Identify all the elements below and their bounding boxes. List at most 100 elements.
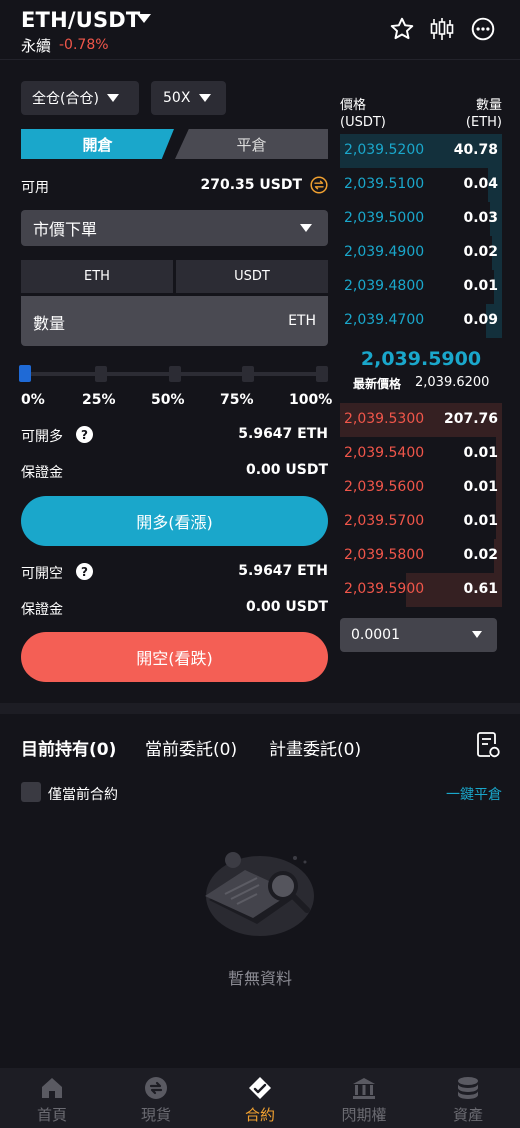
ask-qty: 207.76: [443, 411, 498, 427]
can-long-value: 5.9647 ETH: [238, 426, 328, 442]
bid-qty: 0.04: [463, 176, 498, 192]
bid-row[interactable]: 2,039.4900 0.02: [340, 236, 502, 270]
can-short-label: 可開空: [21, 566, 63, 582]
section-divider: [0, 703, 520, 714]
options-icon: [353, 1078, 375, 1099]
slider-mark-75[interactable]: [242, 366, 254, 382]
bid-qty: 0.03: [463, 210, 498, 226]
more-options-icon[interactable]: [470, 16, 496, 42]
bid-price: 2,039.5200: [344, 142, 425, 158]
chevron-down-icon: [300, 224, 312, 232]
price-precision-select[interactable]: 0.0001: [340, 618, 497, 652]
available-value: 270.35 USDT: [200, 177, 302, 193]
margin-mode-select[interactable]: 全仓(合仓): [21, 81, 139, 115]
bid-row[interactable]: 2,039.5000 0.03: [340, 202, 502, 236]
open-long-button[interactable]: 開多(看漲): [21, 496, 328, 546]
margin-short-label: 保證金: [21, 602, 63, 618]
bid-qty: 0.02: [463, 244, 498, 260]
ask-row[interactable]: 2,039.5700 0.01: [340, 505, 502, 539]
spot-icon: [145, 1077, 167, 1099]
open-short-button[interactable]: 開空(看跌): [21, 632, 328, 682]
bid-qty: 0.09: [463, 312, 498, 328]
price-header: 價格 (USDT): [340, 98, 386, 130]
ask-qty: 0.61: [463, 581, 498, 597]
bid-row[interactable]: 2,039.5100 0.04: [340, 168, 502, 202]
close-all-button[interactable]: 一鍵平倉: [400, 784, 502, 804]
slider-mark-50[interactable]: [169, 366, 181, 382]
order-type-value: 市價下單: [33, 220, 98, 239]
contract-icon: [249, 1077, 271, 1099]
empty-state-text: 暫無資料: [227, 969, 292, 988]
margin-short-value: 0.00 USDT: [245, 599, 328, 615]
leverage-value: 50X: [163, 90, 191, 106]
ask-row[interactable]: 2,039.5900 0.61: [340, 573, 502, 607]
bid-row[interactable]: 2,039.4700 0.09: [340, 304, 502, 338]
nav-label: 現貨: [140, 1106, 171, 1124]
bid-row[interactable]: 2,039.5200 40.78: [340, 134, 502, 168]
nav-item-home[interactable]: 首頁: [0, 1068, 104, 1128]
ask-price: 2,039.5600: [344, 479, 425, 495]
order-type-select[interactable]: 市價下單: [21, 210, 328, 246]
margin-mode-value: 全仓(合仓): [32, 91, 99, 107]
home-icon: [42, 1078, 62, 1098]
ask-price: 2,039.5300: [344, 411, 425, 427]
bid-qty: 40.78: [453, 142, 498, 158]
percent-50[interactable]: 50%: [151, 392, 185, 408]
tab-open-position[interactable]: 開倉: [21, 129, 174, 159]
tab-current-orders[interactable]: 當前委託(0): [145, 735, 237, 760]
bid-price: 2,039.5100: [344, 176, 425, 192]
pair-title[interactable]: ETH/USDT: [21, 8, 140, 32]
margin-long-label: 保證金: [21, 465, 63, 481]
ask-qty: 0.01: [463, 445, 498, 461]
nav-label: 首頁: [36, 1106, 67, 1124]
candlestick-chart-icon[interactable]: [429, 16, 455, 42]
favorite-star-icon[interactable]: [389, 16, 415, 42]
ask-row[interactable]: 2,039.5300 207.76: [340, 403, 502, 437]
tab-close-position[interactable]: 平倉: [175, 129, 328, 159]
precision-value: 0.0001: [351, 627, 400, 643]
latest-price-label: 最新價格: [353, 377, 402, 391]
latest-price-value: 2,039.6200: [415, 375, 490, 390]
last-price: 2,039.5900: [360, 348, 482, 370]
chevron-down-icon: [472, 631, 482, 638]
order-history-icon[interactable]: [475, 731, 501, 759]
ask-row[interactable]: 2,039.5600 0.01: [340, 471, 502, 505]
quantity-label: 數量: [33, 314, 66, 333]
help-icon[interactable]: ?: [76, 563, 93, 580]
unit-tab-usdt[interactable]: USDT: [176, 260, 328, 293]
nav-item-options[interactable]: 閃期權: [312, 1068, 416, 1128]
quantity-unit: ETH: [288, 313, 316, 329]
ask-qty: 0.01: [463, 479, 498, 495]
percent-75[interactable]: 75%: [220, 392, 254, 408]
ask-row[interactable]: 2,039.5800 0.02: [340, 539, 502, 573]
ask-row[interactable]: 2,039.5400 0.01: [340, 437, 502, 471]
tab-plan-orders[interactable]: 計畫委託(0): [269, 735, 361, 760]
bid-row[interactable]: 2,039.4800 0.01: [340, 270, 502, 304]
quantity-input[interactable]: 數量 ETH: [21, 296, 328, 346]
nav-label: 資產: [452, 1106, 483, 1124]
unit-tab-eth[interactable]: ETH: [21, 260, 173, 293]
bid-price: 2,039.4900: [344, 244, 425, 260]
nav-label: 閃期權: [341, 1106, 387, 1124]
slider-mark-25[interactable]: [95, 366, 107, 382]
leverage-select[interactable]: 50X: [151, 81, 226, 115]
only-current-checkbox[interactable]: [21, 782, 41, 802]
help-icon[interactable]: ?: [76, 426, 93, 443]
tab-holdings[interactable]: 目前持有(0): [21, 735, 116, 760]
nav-item-assets[interactable]: 資產: [416, 1068, 520, 1128]
qty-header: 數量 (ETH): [465, 98, 502, 130]
quantity-slider-handle[interactable]: [19, 365, 31, 382]
chevron-down-icon: [106, 94, 119, 102]
slider-mark-100[interactable]: [316, 366, 328, 382]
nav-item-contract[interactable]: 合約: [208, 1068, 312, 1128]
ask-price: 2,039.5400: [344, 445, 425, 461]
ask-price: 2,039.5900: [344, 581, 425, 597]
percent-100[interactable]: 100%: [289, 392, 332, 408]
can-short-value: 5.9647 ETH: [238, 563, 328, 579]
percent-25[interactable]: 25%: [82, 392, 116, 408]
transfer-icon[interactable]: [310, 176, 328, 194]
nav-item-spot[interactable]: 現貨: [104, 1068, 208, 1128]
percent-0[interactable]: 0%: [21, 392, 45, 408]
only-current-label[interactable]: 僅當前合約: [48, 784, 118, 804]
chevron-down-icon[interactable]: [137, 14, 151, 23]
